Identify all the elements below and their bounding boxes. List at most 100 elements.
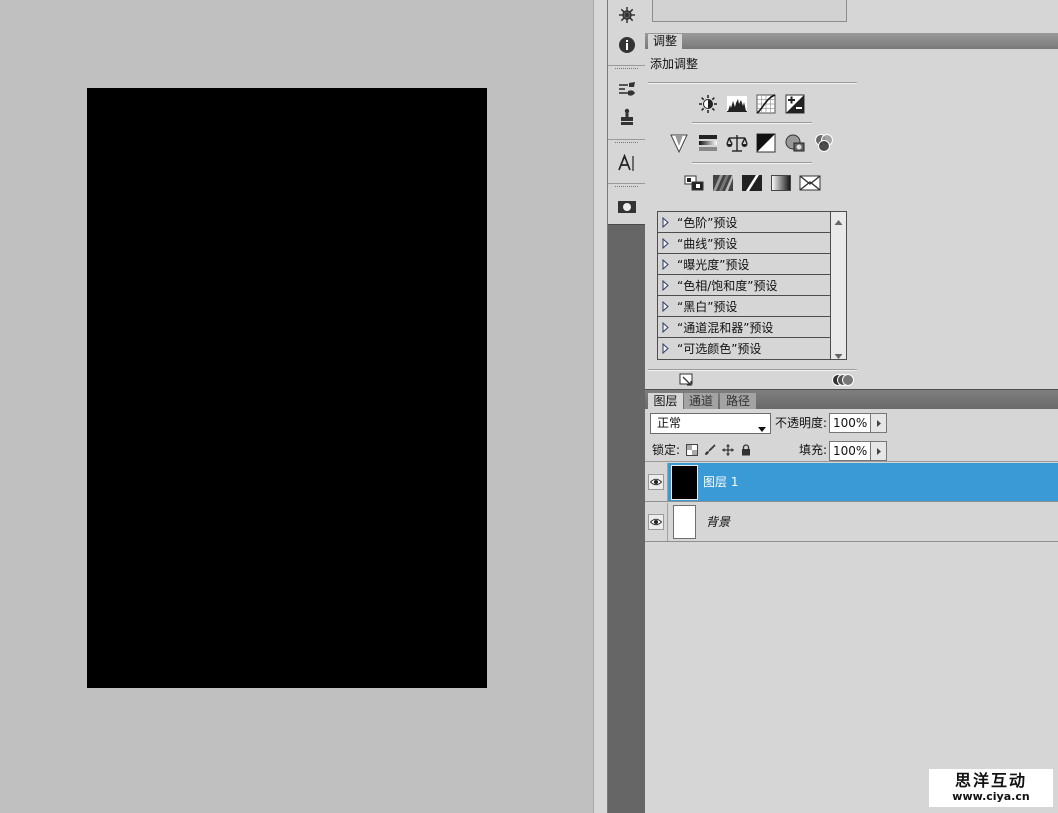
tab-layers[interactable]: 图层	[648, 393, 683, 409]
info-icon[interactable]	[614, 33, 639, 57]
clone-source-icon[interactable]	[614, 106, 639, 130]
preset-item-curves[interactable]: “曲线”预设	[658, 233, 831, 254]
black-white-icon[interactable]	[755, 132, 777, 154]
expand-triangle-icon[interactable]	[662, 258, 669, 270]
opacity-label: 不透明度:	[775, 416, 828, 430]
posterize-icon[interactable]	[712, 172, 734, 194]
preset-item-exposure[interactable]: “曝光度”预设	[658, 254, 831, 275]
right-panel: 调整 添加调整 “色阶”预设 “曲线”预设 “曝光度”预设 “色相/饱和度”预设…	[645, 0, 1058, 813]
expand-triangle-icon[interactable]	[662, 300, 669, 312]
fill-label: 填充:	[799, 443, 828, 457]
layer-thumbnail	[674, 506, 695, 538]
preset-label: “色阶”预设	[677, 215, 738, 230]
adjustments-heading: 添加调整	[650, 57, 699, 71]
selective-color-icon[interactable]	[799, 172, 821, 194]
channel-mixer-icon[interactable]	[813, 132, 835, 154]
expand-triangle-icon[interactable]	[662, 321, 669, 333]
presets-list[interactable]: “色阶”预设 “曲线”预设 “曝光度”预设 “色相/饱和度”预设 “黑白”预设 …	[657, 211, 847, 360]
preset-item-channel-mixer[interactable]: “通道混和器”预设	[658, 317, 831, 338]
divider	[645, 461, 1058, 462]
layer-name[interactable]: 图层 1	[703, 463, 738, 501]
document-canvas[interactable]	[87, 88, 487, 688]
expand-triangle-icon[interactable]	[662, 279, 669, 291]
color-balance-icon[interactable]	[726, 132, 748, 154]
opacity-slider-arrow-icon[interactable]	[871, 413, 887, 433]
masks-icon[interactable]	[614, 195, 639, 219]
layer-name[interactable]: 背景	[706, 503, 730, 541]
preset-label: “色相/饱和度”预设	[677, 278, 778, 293]
curves-icon[interactable]	[755, 93, 777, 115]
overlap-circles-icon[interactable]	[832, 373, 854, 387]
watermark-title: 思洋互动	[954, 771, 1027, 790]
divider	[692, 162, 812, 164]
adjustments-tab-bar[interactable]: 调整	[645, 33, 1058, 49]
hue-saturation-icon[interactable]	[697, 132, 719, 154]
dock-separator	[608, 65, 645, 70]
presets-scrollbar[interactable]	[831, 212, 846, 359]
vibrance-icon[interactable]	[668, 132, 690, 154]
preset-label: “可选颜色”预设	[677, 342, 762, 356]
expand-triangle-icon[interactable]	[662, 237, 669, 249]
icon-dock	[608, 0, 645, 813]
panel-gutter[interactable]	[593, 0, 608, 813]
tab-paths[interactable]: 路径	[720, 393, 756, 409]
scroll-down-arrow-icon[interactable]	[834, 349, 843, 359]
navigator-icon[interactable]	[614, 3, 639, 27]
fill-slider-arrow-icon[interactable]	[871, 441, 887, 461]
threshold-icon[interactable]	[741, 172, 763, 194]
fill-input[interactable]: 100%	[829, 441, 871, 461]
layers-tab-bar: 图层 通道 路径	[645, 389, 1058, 409]
visibility-cell[interactable]	[645, 503, 668, 541]
visibility-cell[interactable]	[645, 463, 668, 501]
lock-image-pixels-icon[interactable]	[704, 444, 716, 456]
preset-label: “曲线”预设	[677, 236, 738, 251]
visibility-eye-icon[interactable]	[648, 514, 664, 530]
dock-separator	[608, 183, 645, 188]
tab-adjustments[interactable]: 调整	[648, 34, 682, 49]
lock-transparent-pixels-icon[interactable]	[686, 444, 698, 456]
opacity-input[interactable]: 100%	[829, 413, 871, 433]
preset-item-black-white[interactable]: “黑白”预设	[658, 296, 831, 317]
preset-label: “曝光度”预设	[677, 257, 750, 272]
exposure-icon[interactable]	[784, 93, 806, 115]
previous-panel-box	[652, 0, 847, 22]
divider	[648, 369, 857, 371]
scroll-up-arrow-icon[interactable]	[834, 215, 843, 225]
visibility-eye-icon[interactable]	[648, 474, 664, 490]
lock-all-icon[interactable]	[740, 444, 752, 456]
expand-triangle-icon[interactable]	[662, 216, 669, 228]
watermark: 思洋互动 www.ciya.cn	[929, 769, 1053, 807]
preset-item-levels[interactable]: “色阶”预设	[658, 212, 831, 233]
lock-position-icon[interactable]	[722, 444, 734, 456]
lock-label: 锁定:	[652, 443, 681, 457]
tab-channels[interactable]: 通道	[684, 393, 718, 409]
chevron-down-icon[interactable]	[758, 421, 766, 432]
divider	[648, 82, 857, 84]
photo-filter-icon[interactable]	[784, 132, 806, 154]
blend-mode-value: 正常	[657, 416, 682, 430]
layer-thumbnail-frame[interactable]	[671, 465, 698, 500]
blend-mode-select[interactable]: 正常	[650, 413, 771, 434]
preset-label: “黑白”预设	[677, 299, 738, 314]
dock-separator	[608, 139, 645, 144]
expand-view-icon[interactable]	[679, 373, 695, 387]
dock-icon-strip	[608, 0, 645, 225]
preset-label: “通道混和器”预设	[677, 320, 774, 335]
character-icon[interactable]	[614, 151, 639, 175]
layer-row-selected[interactable]: 图层 1	[645, 463, 1058, 502]
layer-thumbnail	[672, 466, 697, 499]
expand-triangle-icon[interactable]	[662, 343, 669, 354]
layer-thumbnail-frame[interactable]	[673, 505, 696, 539]
invert-icon[interactable]	[683, 172, 705, 194]
presets-items: “色阶”预设 “曲线”预设 “曝光度”预设 “色相/饱和度”预设 “黑白”预设 …	[658, 212, 831, 359]
brightness-contrast-icon[interactable]	[697, 93, 719, 115]
levels-icon[interactable]	[726, 93, 748, 115]
watermark-url: www.ciya.cn	[952, 790, 1030, 803]
canvas-area[interactable]	[0, 0, 593, 813]
preset-item-hue-saturation[interactable]: “色相/饱和度”预设	[658, 275, 831, 296]
brushes-icon[interactable]	[614, 77, 639, 101]
divider	[692, 122, 812, 124]
gradient-map-icon[interactable]	[770, 172, 792, 194]
preset-item-selective-color[interactable]: “可选颜色”预设	[658, 338, 831, 359]
layer-row[interactable]: 背景	[645, 503, 1058, 542]
